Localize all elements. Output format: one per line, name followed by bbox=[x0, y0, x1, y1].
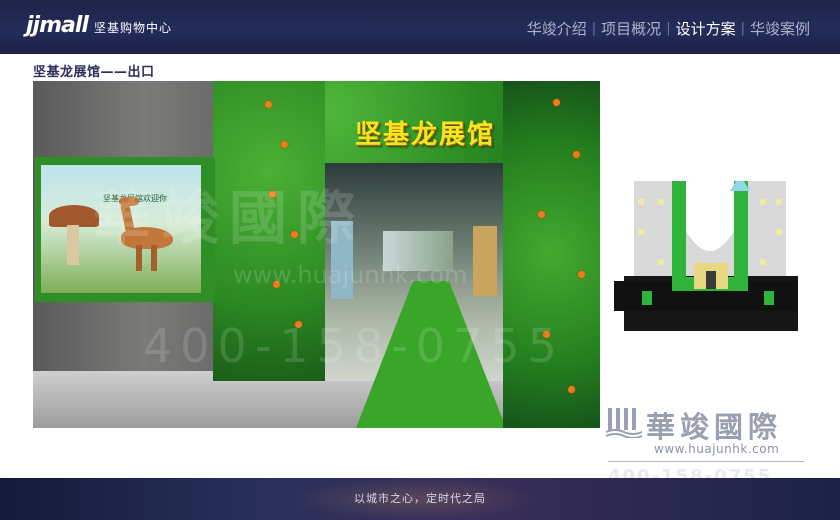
nav-item-about[interactable]: 华竣介绍 bbox=[525, 18, 589, 39]
nav-separator: | bbox=[740, 21, 745, 36]
nav-separator: | bbox=[591, 21, 597, 36]
nav-item-overview[interactable]: 项目概况 bbox=[599, 18, 663, 39]
inner-display-panel bbox=[473, 226, 497, 296]
logo-text: 坚基购物中心 bbox=[93, 21, 172, 35]
section-title: 坚基龙展馆——出口 bbox=[33, 65, 155, 80]
logo-mark: jjmall bbox=[26, 13, 89, 38]
arch-title: 坚基龙展馆 bbox=[355, 120, 496, 150]
footer-slogan: 以城市之心，定时代之局 bbox=[354, 492, 486, 505]
divider bbox=[608, 461, 804, 462]
top-header: jjmall 坚基购物中心 华竣介绍 | 项目概况 | 设计方案 | 华竣案例 bbox=[0, 0, 840, 54]
nav-separator: | bbox=[666, 21, 671, 36]
green-arch-right-pillar bbox=[503, 81, 600, 428]
main-nav: 华竣介绍 | 项目概况 | 设计方案 | 华竣案例 bbox=[525, 18, 812, 39]
vine-flower bbox=[538, 211, 545, 218]
mushroom-stem bbox=[67, 225, 79, 265]
mushroom-illustration bbox=[49, 205, 99, 227]
vine-flower bbox=[265, 101, 272, 108]
watermark-phone: 400-158-0755 bbox=[143, 319, 565, 373]
brand-url[interactable]: www.huajunhk.com bbox=[654, 442, 779, 456]
brand-name: 華竣國際 bbox=[646, 410, 783, 444]
floor-plan-diagram bbox=[614, 181, 798, 331]
watermark-text: 華竣國際 bbox=[93, 184, 366, 252]
nav-item-design[interactable]: 设计方案 bbox=[674, 18, 738, 39]
vine-flower bbox=[568, 386, 575, 393]
watermark-url: www.huajunhk.com bbox=[233, 261, 468, 289]
vine-flower bbox=[573, 151, 580, 158]
brand-logo-icon bbox=[606, 408, 642, 438]
floor-plan-panel bbox=[600, 81, 804, 331]
vine-flower bbox=[553, 99, 560, 106]
mall-logo[interactable]: jjmall 坚基购物中心 bbox=[26, 13, 172, 38]
footer-banner: 以城市之心，定时代之局 bbox=[0, 478, 840, 520]
vine-flower bbox=[281, 141, 288, 148]
vine-flower bbox=[578, 271, 585, 278]
nav-item-cases[interactable]: 华竣案例 bbox=[748, 18, 812, 39]
exit-render-image: 坚基龙展馆欢迎你 坚基龙展馆 華竣國際 www.huajunhk.com 400… bbox=[33, 81, 600, 428]
